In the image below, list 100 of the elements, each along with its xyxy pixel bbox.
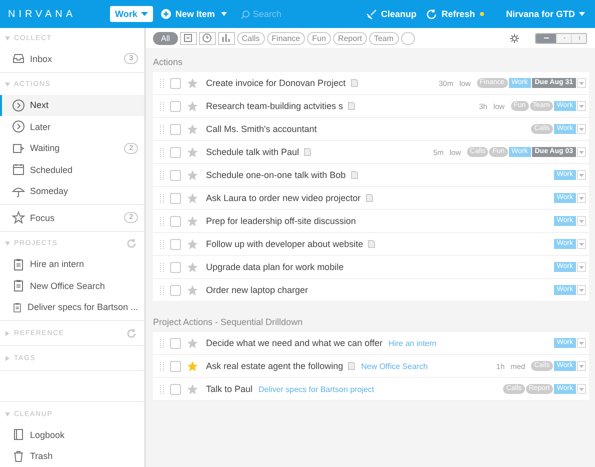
caret-icon (579, 82, 584, 84)
sidebar-item[interactable]: Trash (0, 446, 144, 467)
task-title: Ask Laura to order new video projector (206, 193, 361, 203)
task-title: Ask real estate agent the following (206, 361, 344, 371)
task-title: Create invoice for Donovan Project (206, 78, 346, 88)
star-icon[interactable] (187, 192, 198, 204)
bar-chart-icon (221, 33, 232, 43)
row-menu-button[interactable] (577, 239, 586, 249)
task-title: Talk to Paul (206, 384, 253, 394)
checkbox[interactable] (170, 78, 181, 88)
calendar-filter-button[interactable] (180, 32, 197, 44)
checkbox[interactable] (170, 238, 181, 250)
view-option[interactable] (571, 34, 586, 42)
row-menu-button[interactable] (577, 78, 586, 88)
star-outline-icon (12, 211, 25, 224)
sidebar-item[interactable]: Next (0, 94, 144, 116)
checkbox[interactable] (170, 360, 181, 372)
drag-handle-icon (160, 338, 164, 348)
star-icon[interactable] (187, 146, 198, 158)
caret-icon (579, 196, 584, 200)
star-icon[interactable] (187, 78, 198, 88)
row-menu-button[interactable] (577, 338, 586, 348)
row-menu-button[interactable] (577, 147, 586, 157)
search-icon (240, 10, 250, 18)
sidebar-item[interactable]: Someday (0, 180, 144, 202)
task-title: Upgrade data plan for work mobile (206, 262, 344, 272)
row-menu-button[interactable] (577, 170, 586, 180)
caret-icon (220, 12, 227, 16)
drag-handle-icon (160, 240, 164, 248)
checkbox[interactable] (170, 284, 181, 296)
star-icon[interactable] (187, 238, 198, 250)
task-title: Schedule talk with Paul (206, 147, 300, 157)
caret-icon (579, 364, 584, 368)
row-menu-button[interactable] (577, 101, 586, 111)
star-icon[interactable] (187, 338, 198, 348)
tag-filter[interactable]: Report (332, 32, 367, 44)
book-icon (12, 428, 25, 442)
task-title: Decide what we need and what we can offer (206, 338, 382, 348)
checkbox[interactable] (170, 146, 181, 158)
task-title: Order new laptop charger (206, 285, 308, 295)
tag-filter[interactable]: Team (368, 32, 399, 44)
search-field[interactable]: Search (252, 9, 313, 19)
tag-filter[interactable]: Fun (307, 32, 331, 44)
drag-handle-icon (160, 148, 164, 156)
caret-icon (579, 342, 584, 344)
row-menu-button[interactable] (577, 216, 586, 226)
row-menu-button[interactable] (577, 262, 586, 272)
sidebar-item[interactable]: Hire an intern (0, 254, 144, 275)
clock-icon (202, 33, 212, 43)
checkbox[interactable] (170, 216, 181, 226)
checkbox[interactable] (170, 100, 181, 112)
star-icon[interactable] (187, 124, 198, 134)
star-icon[interactable] (187, 384, 198, 394)
star-icon[interactable] (187, 100, 198, 112)
star-icon[interactable] (187, 284, 198, 296)
group-heading: Actions (153, 56, 184, 69)
checkbox[interactable] (170, 338, 181, 348)
broom-icon (366, 8, 377, 20)
checkbox[interactable] (170, 384, 181, 394)
drag-handle-icon (160, 78, 164, 88)
row-menu-button[interactable] (577, 285, 586, 295)
caret-icon (579, 104, 584, 108)
task-title: Schedule one-on-one talk with Bob (206, 170, 346, 180)
caret-icon (579, 128, 584, 130)
tag-filter[interactable]: Calls (236, 32, 265, 44)
view-option[interactable] (536, 34, 556, 42)
sidebar-item[interactable]: New Office Search (0, 275, 144, 296)
clipboard-icon (12, 279, 25, 292)
bars-filter-button[interactable] (218, 32, 235, 44)
star-icon[interactable] (187, 216, 198, 226)
star-icon[interactable] (187, 170, 198, 180)
drag-handle-icon (160, 362, 164, 370)
clock-filter-button[interactable] (198, 32, 216, 44)
caret-icon (579, 388, 584, 390)
row-menu-button[interactable] (577, 124, 586, 134)
star-filled-icon[interactable] (187, 360, 198, 372)
group-heading: Project Actions - Sequential Drilldown (153, 316, 304, 329)
view-option[interactable] (556, 34, 571, 42)
sidebar-item[interactable]: Scheduled (0, 159, 144, 180)
plus-circle-icon (161, 9, 172, 19)
sidebar-item[interactable]: Deliver specs for Bartson ... (0, 296, 144, 318)
star-icon[interactable] (187, 262, 198, 272)
caret-icon (579, 174, 584, 176)
chevron-circle-icon (12, 98, 25, 112)
sidebar-item[interactable]: Logbook (0, 424, 144, 446)
caret-icon (141, 12, 148, 16)
row-menu-button[interactable] (577, 361, 586, 371)
tag-filter[interactable]: Finance (266, 32, 306, 44)
checkbox[interactable] (170, 124, 181, 134)
checkbox[interactable] (170, 192, 181, 204)
row-menu-button[interactable] (577, 193, 586, 203)
sidebar-item[interactable]: Later (0, 116, 144, 138)
drag-handle-icon (160, 262, 164, 272)
checkbox[interactable] (170, 170, 181, 180)
clipboard-icon (12, 300, 22, 314)
checkbox[interactable] (170, 262, 181, 272)
drag-handle-icon (160, 384, 164, 394)
document-arrow-icon (12, 142, 25, 155)
drag-handle-icon (160, 170, 164, 180)
row-menu-button[interactable] (577, 384, 586, 394)
